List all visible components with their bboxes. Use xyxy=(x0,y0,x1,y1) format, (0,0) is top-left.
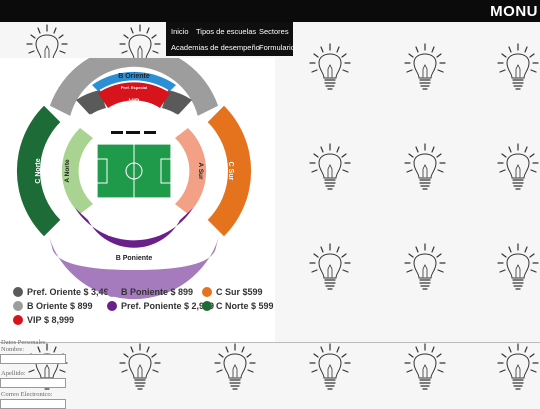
legend-price: $ 599 xyxy=(251,301,274,311)
label-b-poniente: B Poniente xyxy=(116,255,153,262)
legend-c-sur: C Sur $599 xyxy=(202,287,263,297)
top-bar: MONU xyxy=(0,0,540,22)
legend-price: $ 899 xyxy=(170,287,194,297)
legend-label: B Oriente xyxy=(27,301,68,311)
label-b-oriente: B Oriente xyxy=(118,73,150,80)
label-preferente-oriente-right: Preferente Oriente xyxy=(163,113,192,117)
label-pref-especial: Pref. Especial xyxy=(121,85,147,90)
stadium-diagram: B Oriente Pref. Especial VIP Preferente … xyxy=(16,45,252,300)
legend-vip: VIP $ 8,999 xyxy=(13,315,74,325)
site-title[interactable]: MONU xyxy=(490,3,538,20)
section-preferente-poniente[interactable] xyxy=(75,208,193,248)
legend-b-oriente: B Oriente $ 899 xyxy=(13,301,93,311)
name-label: Nombre: xyxy=(1,346,25,353)
legend-label: Pref. Poniente xyxy=(121,301,182,311)
legend-swatch-b-oriente xyxy=(13,301,23,311)
label-c-sur: C Sur xyxy=(227,162,234,181)
legend-b-poniente: B Poniente $ 899 xyxy=(107,287,193,297)
legend-swatch-b-poniente xyxy=(107,287,117,297)
stadium-map: B Oriente Pref. Especial VIP Preferente … xyxy=(0,45,275,342)
legend-label: VIP xyxy=(27,315,42,325)
form-section-title: Datos Personales xyxy=(1,339,46,346)
legend-swatch-c-norte xyxy=(202,301,212,311)
email-label: Correo Electronico: xyxy=(1,391,53,398)
legend-label: Pref. Oriente xyxy=(27,287,82,297)
label-preferente-poniente: Preferente Poniente xyxy=(108,232,160,238)
nav-item-sectores[interactable]: Sectores xyxy=(259,27,289,36)
email-input[interactable] xyxy=(0,399,66,409)
nav-item-formulario[interactable]: Formulario xyxy=(259,43,295,52)
personal-data-form: Datos Personales Nombre: Apellido: Corre… xyxy=(0,339,540,409)
label-vip: VIP xyxy=(129,98,140,105)
label-a-sur: A Sur xyxy=(197,162,204,180)
name-input[interactable] xyxy=(0,354,66,364)
legend-price: $ 899 xyxy=(70,301,93,311)
nav-item-academias[interactable]: Academias de desempeño xyxy=(171,43,260,52)
legend-label: C Sur xyxy=(216,287,241,297)
legend-swatch-pref-poniente xyxy=(107,301,117,311)
nav-item-tipos-de-escuelas[interactable]: Tipos de escuelas xyxy=(196,27,256,36)
legend-pref-oriente: Pref. Oriente $ 3,499 xyxy=(13,287,114,297)
label-preferente-oriente-left: Preferente Oriente xyxy=(77,113,106,117)
legend-c-norte: C Norte $ 599 xyxy=(202,301,274,311)
legend-price: $599 xyxy=(242,287,263,297)
legend-label: B Poniente xyxy=(121,287,169,297)
nav-item-inicio[interactable]: Inicio xyxy=(171,27,189,36)
label-a-norte: A Norte xyxy=(64,159,71,183)
legend-pref-poniente: Pref. Poniente $ 2,999 xyxy=(107,301,214,311)
legend-swatch-pref-oriente xyxy=(13,287,23,297)
legend-swatch-c-sur xyxy=(202,287,212,297)
legend-price: $ 8,999 xyxy=(44,315,75,325)
legend-label: C Norte xyxy=(216,301,249,311)
main-nav: Inicio Tipos de escuelas Sectores Academ… xyxy=(166,22,295,56)
legend-swatch-vip xyxy=(13,315,23,325)
label-c-norte: C Norte xyxy=(35,158,42,183)
lastname-input[interactable] xyxy=(0,378,66,388)
lastname-label: Apellido: xyxy=(1,370,26,377)
